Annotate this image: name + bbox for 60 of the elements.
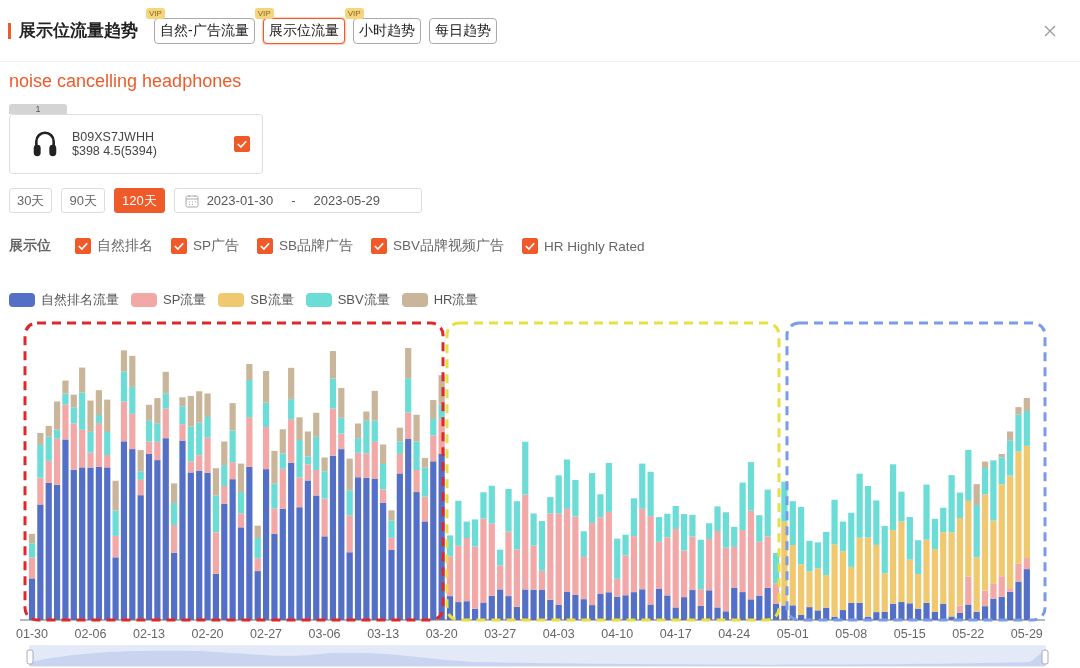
vip-badge: VIP: [146, 7, 165, 19]
x-axis-label: 02-20: [191, 627, 224, 641]
headphones-icon: [32, 129, 58, 159]
legend-label[interactable]: SBV流量: [337, 291, 390, 309]
x-axis-label: 03-13: [367, 627, 400, 641]
period-button[interactable]: 90天: [61, 188, 105, 213]
period-button[interactable]: 30天: [9, 188, 53, 213]
placement-option-label[interactable]: 自然排名: [97, 237, 153, 255]
legend-swatch[interactable]: [305, 293, 332, 307]
x-axis-label: 04-03: [542, 627, 575, 641]
placement-label: 展示位: [9, 237, 51, 255]
title-accent-bar: [8, 22, 11, 39]
view-tab[interactable]: 小时趋势: [352, 17, 421, 44]
placement-checkbox[interactable]: [522, 238, 539, 254]
legend-label[interactable]: SP流量: [163, 291, 207, 309]
x-axis-label: 05-08: [835, 627, 868, 641]
placement-checkbox[interactable]: [371, 238, 388, 254]
placement-checkbox[interactable]: [257, 238, 273, 254]
x-axis-label: 04-17: [659, 627, 692, 641]
product-asin: B09XS7JWHH: [72, 130, 155, 144]
x-axis-label: 03-27: [484, 627, 517, 641]
close-icon[interactable]: [1044, 24, 1056, 37]
x-axis-label: 05-22: [952, 627, 985, 641]
x-axis-label: 05-15: [893, 627, 926, 641]
x-axis-label: 04-10: [601, 627, 634, 641]
placement-checkbox[interactable]: [171, 238, 187, 254]
x-axis-label: 01-30: [16, 627, 48, 641]
legend-swatch[interactable]: [131, 293, 157, 307]
date-range-field[interactable]: 2023-01-30 - 2023-05-29: [173, 188, 422, 213]
legend-swatch[interactable]: [401, 293, 428, 307]
legend-label[interactable]: HR流量: [433, 291, 479, 309]
x-axis-label: 03-20: [425, 627, 458, 641]
vip-badge: VIP: [344, 7, 364, 19]
view-tab[interactable]: 自然-广告流量: [154, 17, 255, 44]
legend-label[interactable]: SB流量: [250, 291, 294, 309]
x-axis-label: 05-01: [776, 627, 809, 641]
vip-badge: VIP: [254, 7, 274, 19]
product-price-rating: $398 4.5(5394): [72, 144, 158, 158]
x-axis-label: 04-24: [718, 627, 751, 641]
x-axis-label: 02-13: [133, 627, 166, 641]
x-axis-label: 03-06: [308, 627, 341, 641]
legend-label[interactable]: 自然排名流量: [41, 291, 119, 309]
view-tab[interactable]: 展示位流量: [262, 17, 345, 44]
panel-title: 展示位流量趋势: [19, 20, 138, 42]
x-axis-label: 02-06: [74, 627, 107, 641]
placement-option-label[interactable]: SBV品牌视频广告: [393, 237, 505, 255]
x-axis-label: 05-29: [1010, 627, 1043, 641]
calendar-icon: [184, 193, 199, 208]
placement-option-label[interactable]: SP广告: [193, 237, 239, 255]
product-index-tag: 1: [9, 104, 67, 114]
legend-swatch[interactable]: [218, 293, 245, 307]
range-slider[interactable]: [26, 645, 1049, 667]
product-checkbox[interactable]: [234, 136, 250, 152]
placement-option-label[interactable]: HR Highly Rated: [544, 238, 645, 254]
keyword-title: noise cancelling headphones: [9, 71, 243, 92]
placement-checkbox[interactable]: [75, 238, 91, 254]
legend-swatch[interactable]: [9, 293, 35, 307]
x-axis-label: 02-27: [250, 627, 283, 641]
view-tab[interactable]: 每日趋势: [428, 17, 497, 44]
placement-option-label[interactable]: SB品牌广告: [279, 237, 354, 255]
